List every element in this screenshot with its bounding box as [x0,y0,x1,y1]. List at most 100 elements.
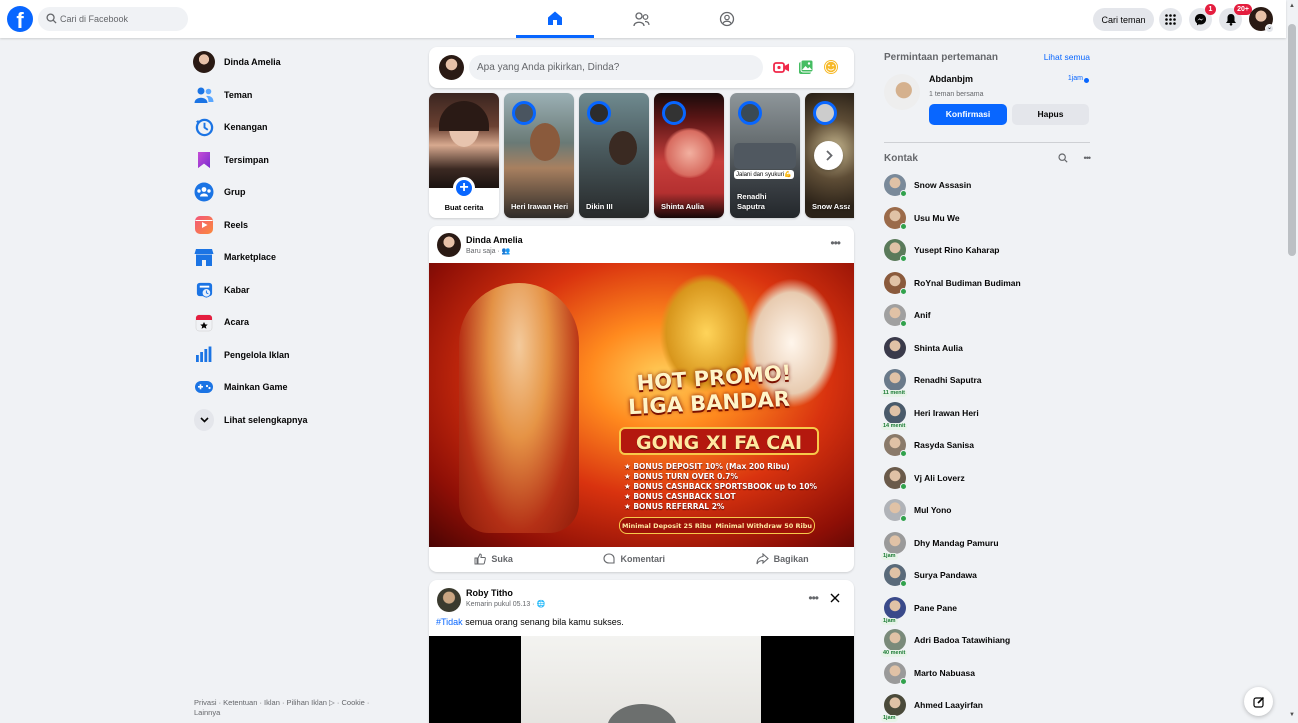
see-all-link[interactable]: Lihat semua [1044,52,1090,62]
last-active-badge: 1jam [881,715,898,723]
sidebar-item-feeds[interactable]: Kabar [190,274,410,307]
post-composer: Apa yang Anda pikirkan, Dinda? [429,47,854,88]
requester-avatar[interactable] [884,74,920,110]
close-icon[interactable] [830,593,840,603]
sidebar-item-saved[interactable]: Tersimpan [190,144,410,177]
story-caption: Jalani dan syukuri💪 [734,170,794,179]
search-icon[interactable] [1057,153,1068,163]
post-time[interactable]: Baru saja · [466,248,500,255]
contact-item[interactable]: 14 menit Heri Irawan Heri [881,397,1090,430]
post-hashtag-link[interactable]: #Tidak [436,617,463,627]
post-video[interactable] [429,636,854,723]
story-card[interactable]: Shinta Aulia [654,93,724,218]
scroll-down-arrow-icon[interactable]: ▼ [1289,712,1295,718]
contact-item[interactable]: Usu Mu We [884,202,1090,235]
footer-links[interactable]: Privasi · Ketentuan · Iklan · Pilihan Ik… [194,698,394,718]
story-card[interactable]: Dikin III [579,93,649,218]
post-author-avatar[interactable] [437,588,461,612]
story-card[interactable]: Heri Irawan Heri [504,93,574,218]
contact-avatar: 1jam [881,596,906,625]
like-button[interactable]: Suka [474,553,513,565]
contact-name: Renadhi Saputra [914,375,982,386]
scroll-up-arrow-icon[interactable]: ▲ [1289,3,1295,9]
requester-name[interactable]: Abdanbjm [929,74,973,84]
new-message-button[interactable] [1244,687,1273,716]
contact-item[interactable]: Yusept Rino Kaharap [884,234,1090,267]
plus-icon[interactable]: + [453,177,475,199]
create-story-label: Buat cerita [444,203,484,212]
contact-item[interactable]: 1jam Dhy Mandag Pamuru [881,527,1090,560]
contact-item[interactable]: 1jam Ahmed Laayirfan [881,689,1090,723]
confirm-button[interactable]: Konfirmasi [929,104,1007,125]
like-label: Suka [491,554,513,564]
feeling-icon[interactable] [823,59,839,75]
contact-item[interactable]: Vj Ali Loverz [884,462,1090,495]
tab-groups[interactable] [688,0,766,38]
search-input[interactable]: Cari di Facebook [38,7,188,31]
story-name: Snow Assas [812,202,850,211]
create-story-card[interactable]: + Buat cerita [429,93,499,218]
page-scrollbar[interactable]: ▲ ▼ [1286,0,1298,723]
contact-item[interactable]: RoYnal Budiman Budiman [884,267,1090,300]
post-author-name[interactable]: Roby Titho [466,588,513,598]
post-options-icon[interactable]: ••• [830,236,841,250]
scrollbar-thumb[interactable] [1288,24,1296,256]
share-icon [756,553,769,565]
notifications-button[interactable]: 20+ [1219,4,1252,31]
contact-item[interactable]: Anif [884,299,1090,332]
share-button[interactable]: Bagikan [756,553,809,565]
online-status-dot [900,320,907,328]
post-author-name[interactable]: Dinda Amelia [466,235,523,245]
post-author-avatar[interactable] [437,233,461,257]
contact-item[interactable]: 11 menit Renadhi Saputra [881,364,1090,398]
sidebar-item-reels[interactable]: Reels [190,209,410,242]
contact-item[interactable]: 40 menit Adri Badoa Tatawihiang [881,624,1090,658]
promo-bonus-item: ★ BONUS TURN OVER 0.7% [624,472,738,481]
contact-item[interactable]: 1jam Pane Pane [881,592,1090,625]
sidebar-item-marketplace[interactable]: Marketplace [190,241,410,274]
left-sidebar: Dinda Amelia Teman Kenangan Tersimpan Gr… [190,46,410,436]
messenger-button[interactable]: 1 [1189,4,1216,31]
sidebar-item-memories[interactable]: Kenangan [190,111,410,144]
grid-menu-icon [1165,14,1176,25]
stories-next-button[interactable] [814,141,843,170]
story-avatar [512,101,536,125]
composer-input[interactable]: Apa yang Anda pikirkan, Dinda? [469,55,763,80]
contact-name: RoYnal Budiman Budiman [914,277,1021,288]
delete-button[interactable]: Hapus [1012,104,1089,125]
menu-button[interactable] [1159,8,1182,31]
contact-item[interactable]: Rasyda Sanisa [884,429,1090,462]
facebook-logo-icon[interactable]: f [7,6,33,32]
comment-button[interactable]: Komentari [603,553,665,565]
sidebar-item-profile[interactable]: Dinda Amelia [190,46,410,79]
sidebar-item-events[interactable]: Acara [190,306,410,339]
comment-icon [603,553,616,564]
tab-friends[interactable] [602,0,680,38]
story-card[interactable]: Jalani dan syukuri💪 Renadhi Saputra [730,93,800,218]
contact-name: Mul Yono [914,505,952,516]
composer-avatar[interactable] [439,55,464,80]
contact-item[interactable]: Shinta Aulia [884,332,1090,365]
contact-item[interactable]: Marto Nabuasa [884,657,1090,690]
sidebar-item-gaming[interactable]: Mainkan Game [190,371,410,404]
contact-item[interactable]: Mul Yono [884,494,1090,527]
find-friends-button[interactable]: Cari teman [1093,8,1154,31]
sidebar-item-ads-manager[interactable]: Pengelola Iklan [190,339,410,372]
tab-home[interactable] [516,0,594,38]
post-time[interactable]: Kemarin pukul 05.13 · [466,601,534,608]
more-options-icon[interactable]: ••• [1084,153,1092,163]
contact-item[interactable]: Surya Pandawa [884,559,1090,592]
post-options-icon[interactable]: ••• [808,591,819,605]
post-image[interactable]: HOT PROMO! LIGA BANDAR GONG XI FA CAI ★ … [429,263,854,547]
photo-video-icon[interactable] [798,59,814,75]
see-more-button[interactable]: Lihat selengkapnya [190,404,410,437]
comment-label: Komentari [620,554,665,564]
story-avatar [813,101,837,125]
contact-name: Adri Badoa Tatawihiang [914,635,1011,646]
live-video-icon[interactable] [773,61,790,74]
sidebar-item-groups[interactable]: Grup [190,176,410,209]
contact-avatar [884,564,907,588]
sidebar-item-friends[interactable]: Teman [190,79,410,112]
account-chevron-down-icon[interactable]: ⌄ [1265,24,1274,33]
contact-item[interactable]: Snow Assasin [884,169,1090,202]
